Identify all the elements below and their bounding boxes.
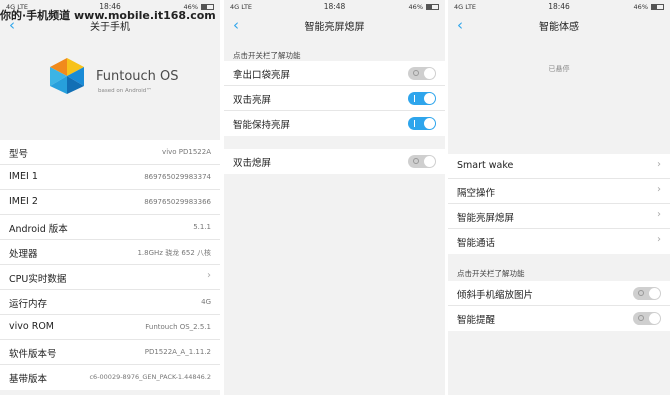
chevron-right-icon: › bbox=[207, 270, 211, 281]
page-title: 智能亮屏熄屏 bbox=[304, 22, 365, 33]
row-value: 5.1.1 bbox=[193, 223, 211, 231]
toggle-row-tilt-zoom[interactable]: 倾斜手机缩放图片 bbox=[448, 281, 670, 306]
battery-percent: 46% bbox=[408, 3, 423, 11]
row-value: vivo PD1522A bbox=[162, 148, 211, 156]
row-label: 处理器 bbox=[9, 249, 38, 260]
battery-percent: 46% bbox=[633, 3, 648, 11]
toggle-switch[interactable] bbox=[408, 67, 436, 80]
chevron-right-icon: › bbox=[657, 184, 661, 195]
row-label: 智能提醒 bbox=[457, 315, 496, 326]
row-label: 双击熄屏 bbox=[233, 158, 272, 169]
page-title: 智能体感 bbox=[539, 22, 579, 33]
title-bar: ‹ 智能体感 bbox=[448, 14, 670, 36]
nav-item-smart-call[interactable]: 智能通话 › bbox=[448, 229, 670, 254]
row-label: 软件版本号 bbox=[9, 349, 57, 360]
row-label: 型号 bbox=[9, 149, 29, 160]
row-value: PD1522A_A_1.11.2 bbox=[144, 348, 211, 356]
watermark: 你的·手机频道 www.mobile.it168.com bbox=[0, 9, 216, 22]
chevron-right-icon: › bbox=[657, 209, 661, 220]
info-row-processor: 处理器 1.8GHz 骁龙 652 八核 bbox=[0, 240, 220, 265]
info-row-baseband: 基带版本 c6-00029-8976_GEN_PACK-1.44846.2 bbox=[0, 365, 220, 390]
row-label: Android 版本 bbox=[9, 224, 68, 235]
nav-item-air-gesture[interactable]: 隔空操作 › bbox=[448, 179, 670, 204]
row-value: Funtouch OS_2.5.1 bbox=[145, 323, 211, 331]
funtouch-logo-icon bbox=[50, 58, 84, 94]
title-bar: ‹ 智能亮屏熄屏 bbox=[224, 14, 445, 36]
row-label: 智能保持亮屏 bbox=[233, 120, 291, 131]
battery-icon bbox=[426, 4, 439, 10]
row-label: CPU实时数据 bbox=[9, 274, 67, 285]
toggle-switch[interactable] bbox=[633, 312, 661, 325]
smart-motion-screen: 4G LTE 18:46 46% ‹ 智能体感 已悬停 Smart wake ›… bbox=[448, 0, 670, 395]
brand-subtitle: based on Android™ bbox=[98, 88, 152, 94]
info-row-cpu-realtime[interactable]: CPU实时数据 › bbox=[0, 265, 220, 290]
row-value: c6-00029-8976_GEN_PACK-1.44846.2 bbox=[89, 373, 211, 381]
toggle-row-smart-reminder[interactable]: 智能提醒 bbox=[448, 306, 670, 331]
nav-item-smart-screen[interactable]: 智能亮屏熄屏 › bbox=[448, 204, 670, 229]
row-label: vivo ROM bbox=[9, 321, 54, 332]
toggle-switch[interactable] bbox=[408, 117, 436, 130]
row-label: IMEI 2 bbox=[9, 196, 38, 207]
toggle-row-smart-keep-on[interactable]: 智能保持亮屏 bbox=[224, 111, 445, 136]
row-label: 倾斜手机缩放图片 bbox=[457, 290, 534, 301]
battery-icon bbox=[651, 4, 664, 10]
status-bar: 4G LTE 18:48 46% bbox=[224, 0, 445, 14]
chevron-right-icon: › bbox=[657, 159, 661, 170]
paused-area: 已悬停 bbox=[448, 36, 670, 132]
row-label: 运行内存 bbox=[9, 299, 48, 310]
row-value: 1.8GHz 骁龙 652 八核 bbox=[137, 249, 211, 257]
row-value: 869765029983366 bbox=[144, 198, 211, 206]
row-label: 双击亮屏 bbox=[233, 95, 272, 106]
row-label: 智能通话 bbox=[457, 238, 496, 249]
row-label: Smart wake bbox=[457, 160, 514, 171]
row-label: 基带版本 bbox=[9, 374, 48, 385]
section-header: 点击开关栏了解功能 bbox=[233, 51, 301, 60]
info-list: 型号 vivo PD1522A IMEI 1 869765029983374 I… bbox=[0, 140, 220, 390]
about-phone-screen: 4G LTE 18:46 46% ‹ 关于手机 你的·手机频道 www.mobi… bbox=[0, 0, 220, 395]
row-label: 隔空操作 bbox=[457, 188, 496, 199]
nav-item-smart-wake[interactable]: Smart wake › bbox=[448, 154, 670, 179]
row-value: 4G bbox=[201, 298, 211, 306]
brand-name: Funtouch OS bbox=[96, 69, 179, 84]
toggle-switch[interactable] bbox=[408, 155, 436, 168]
chevron-right-icon: › bbox=[657, 234, 661, 245]
info-row-android: Android 版本 5.1.1 bbox=[0, 215, 220, 240]
row-label: IMEI 1 bbox=[9, 171, 38, 182]
toggle-switch[interactable] bbox=[633, 287, 661, 300]
toggle-row-double-tap-sleep[interactable]: 双击熄屏 bbox=[224, 149, 445, 174]
info-row-rom: vivo ROM Funtouch OS_2.5.1 bbox=[0, 315, 220, 340]
info-row-software-version: 软件版本号 PD1522A_A_1.11.2 bbox=[0, 340, 220, 365]
section-header: 点击开关栏了解功能 bbox=[457, 269, 525, 278]
info-row-model: 型号 vivo PD1522A bbox=[0, 140, 220, 165]
status-bar: 4G LTE 18:46 46% bbox=[448, 0, 670, 14]
row-label: 拿出口袋亮屏 bbox=[233, 70, 291, 81]
row-value: 869765029983374 bbox=[144, 173, 211, 181]
toggle-switch[interactable] bbox=[408, 92, 436, 105]
brand-logo-area: Funtouch OS based on Android™ bbox=[0, 36, 220, 140]
toggle-row-pocket-wake[interactable]: 拿出口袋亮屏 bbox=[224, 61, 445, 86]
smart-screen-onoff-screen: 4G LTE 18:48 46% ‹ 智能亮屏熄屏 点击开关栏了解功能 拿出口袋… bbox=[224, 0, 445, 395]
toggle-row-double-tap-wake[interactable]: 双击亮屏 bbox=[224, 86, 445, 111]
info-row-ram: 运行内存 4G bbox=[0, 290, 220, 315]
paused-label: 已悬停 bbox=[548, 65, 570, 73]
info-row-imei2: IMEI 2 869765029983366 bbox=[0, 190, 220, 215]
info-row-imei1: IMEI 1 869765029983374 bbox=[0, 165, 220, 190]
row-label: 智能亮屏熄屏 bbox=[457, 213, 515, 224]
